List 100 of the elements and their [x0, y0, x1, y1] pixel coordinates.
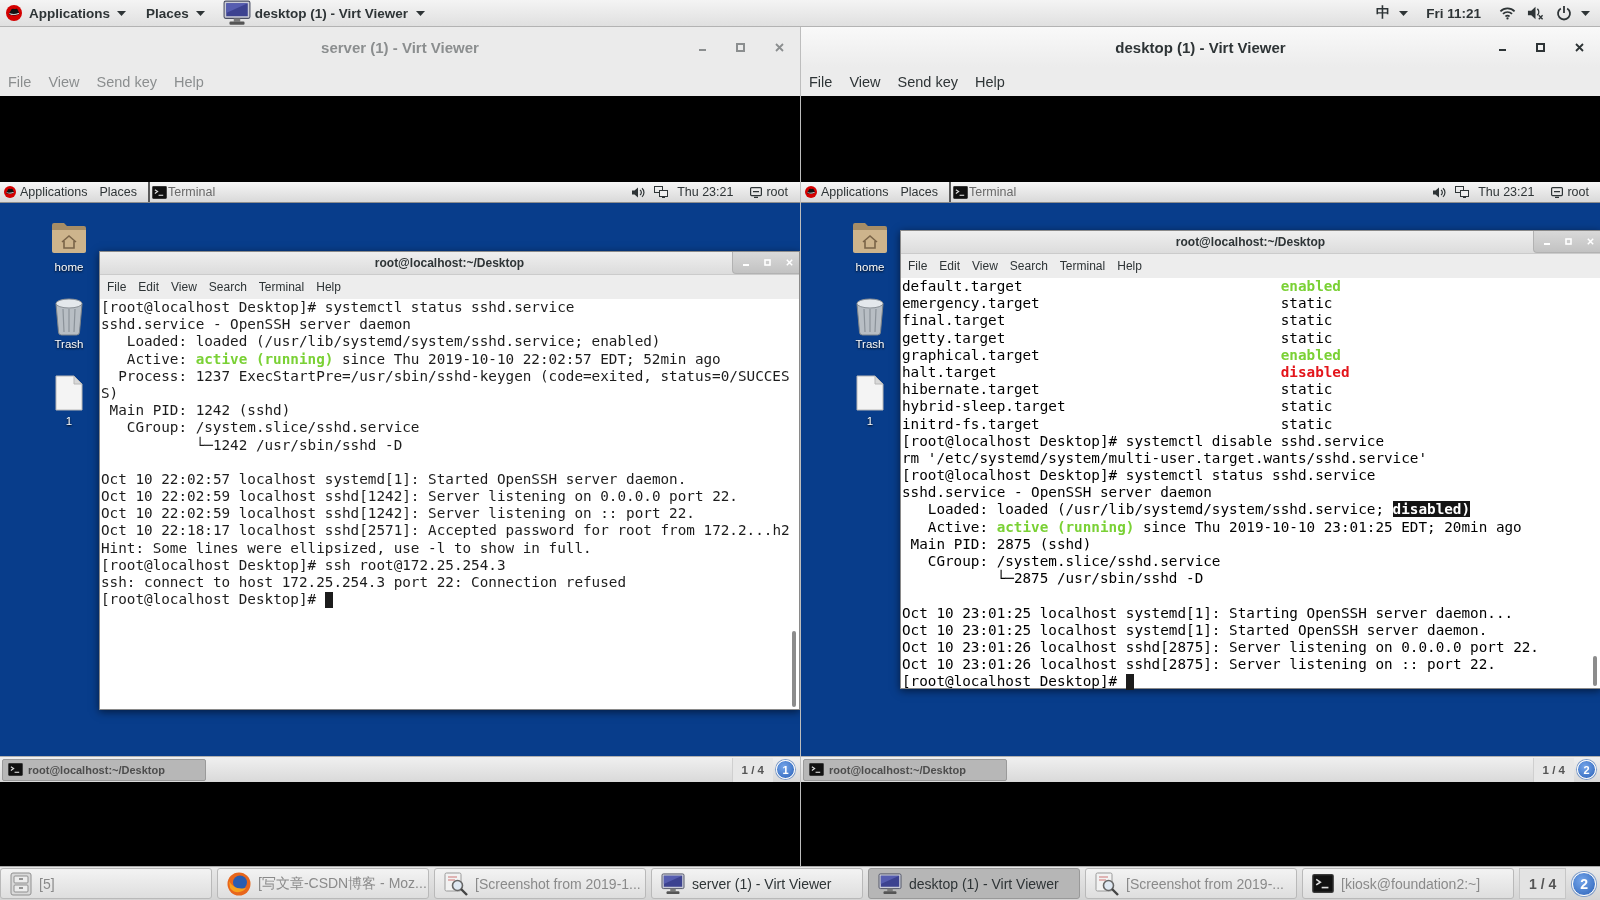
terminal-text: S)	[101, 384, 119, 403]
window-list-button[interactable]: root@localhost:~/Desktop	[803, 758, 1007, 781]
menu-item[interactable]: Edit	[138, 280, 160, 294]
window-title: server (1) - Virt Viewer	[321, 38, 479, 56]
unit-name: hybrid-sleep.target	[902, 398, 1066, 415]
menu-item[interactable]: Help	[316, 280, 341, 294]
status-label: CGroup:	[126, 419, 188, 437]
magnifier-icon	[444, 871, 468, 896]
scrollbar-thumb[interactable]	[1593, 656, 1598, 686]
menu-item[interactable]: Edit	[939, 259, 961, 273]
home-folder-icon[interactable]	[51, 221, 87, 254]
terminal-text: [root@localhost Desktop]# ssh root@172.25.254.3	[101, 556, 506, 574]
clock[interactable]: Thu 23:21	[677, 185, 734, 199]
terminal-text: [root@localhost Desktop]# systemctl status sshd.service	[101, 299, 575, 317]
user-menu[interactable]: root	[1567, 185, 1589, 199]
clock[interactable]: Thu 23:21	[1478, 185, 1535, 199]
menu-item[interactable]: File	[908, 259, 928, 273]
terminal-text: sshd.service - OpenSSH server daemon	[902, 484, 1212, 502]
menu-button[interactable]: Applications	[29, 5, 126, 21]
speaker-icon[interactable]	[632, 186, 646, 198]
menu-item[interactable]: View	[171, 280, 197, 294]
unit-name: getty.target	[902, 329, 1006, 346]
screen-icon[interactable]	[750, 186, 763, 198]
scrollbar-thumb[interactable]	[792, 631, 797, 707]
window-button[interactable]: desktop (1) - Virt Viewer	[868, 868, 1080, 899]
status-label: Active:	[126, 350, 188, 368]
maximize-icon[interactable]	[1536, 42, 1545, 52]
window-list-button[interactable]: root@localhost:~/Desktop	[2, 758, 206, 781]
window-button[interactable]: server (1) - Virt Viewer	[651, 868, 863, 899]
workspace-indicator[interactable]: 1 / 4	[1532, 757, 1574, 782]
menu-button[interactable]: Applications	[821, 185, 889, 199]
terminal-text: ssh: connect to host 172.25.254.3 port 22: Connection refused	[101, 574, 627, 592]
unit-name: halt.target	[902, 363, 997, 380]
input-method-button[interactable]: 中	[1376, 4, 1409, 22]
icon-label: 1	[866, 415, 874, 427]
caret-icon	[1399, 10, 1409, 16]
wifi-icon[interactable]	[1499, 6, 1516, 20]
terminal-text: Oct 10 23:01:26 localhost sshd[2875]: Server listening on 0.0.0.0 port 22.	[902, 638, 1539, 657]
speaker-icon[interactable]	[1433, 186, 1447, 198]
hat-icon[interactable]	[6, 5, 22, 21]
menu-button[interactable]: Places	[900, 185, 938, 199]
hat-icon[interactable]	[805, 186, 817, 198]
workspace-indicator[interactable]: 1 / 4	[1519, 868, 1567, 899]
menu-button[interactable]: Applications	[20, 185, 88, 199]
speaker-muted-icon[interactable]	[1527, 5, 1544, 21]
unit-name: default.target	[902, 278, 1023, 294]
status-label: Main PID:	[109, 402, 188, 420]
menu-button[interactable]: Places	[99, 185, 137, 199]
clock[interactable]: Fri 11:21	[1426, 5, 1481, 21]
menu-item[interactable]: File	[809, 73, 833, 90]
terminal-icon	[8, 763, 23, 776]
menu-item[interactable]: Help	[1117, 259, 1142, 273]
menu-item[interactable]: Terminal	[1059, 259, 1106, 273]
status-value: loaded (/usr/lib/systemd/system/sshd.service; enabled)	[195, 333, 661, 351]
terminal-icon	[809, 763, 824, 776]
user-menu[interactable]: root	[766, 185, 788, 199]
monitor-icon	[222, 0, 251, 26]
window-title: root@localhost:~/Desktop	[374, 256, 525, 270]
menu-item[interactable]: Search	[1009, 259, 1048, 273]
terminal-text: Oct 10 22:02:59 localhost sshd[1242]: Server listening on :: port 22.	[101, 505, 695, 523]
status-label: Process:	[118, 367, 188, 385]
status-value: active (running) since Thu 2019-10-10 23:01:25 EDT; 20min ago	[996, 518, 1522, 536]
network-icon[interactable]	[1455, 186, 1470, 198]
terminal-text: Oct 10 23:01:25 localhost systemd[1]: Started OpenSSH server daemon.	[902, 621, 1488, 639]
unit-state: enabled	[1280, 278, 1341, 296]
menu-item[interactable]: View	[972, 259, 998, 273]
menu-item[interactable]: File	[107, 280, 127, 294]
menu-item[interactable]: Help	[975, 73, 1005, 90]
file-icon[interactable]	[856, 375, 884, 411]
menu-item[interactable]: View	[849, 73, 881, 90]
process-tree-line: └─1242 /usr/sbin/sshd -D	[195, 436, 403, 454]
unit-state: static	[1280, 329, 1333, 347]
menu-button[interactable]: Places	[146, 5, 205, 21]
close-icon[interactable]	[1575, 42, 1584, 52]
icon-label: Trash	[54, 338, 84, 350]
unit-name: hibernate.target	[902, 381, 1040, 398]
status-value: active (running) since Thu 2019-10-10 22:02:57 EDT; 52min ago	[195, 350, 721, 368]
terminal-icon	[952, 185, 968, 199]
home-folder-icon[interactable]	[852, 221, 888, 254]
status-value: /system.slice/sshd.service	[195, 419, 420, 437]
process-tree-line: └─2875 /usr/sbin/sshd -D	[996, 570, 1204, 588]
workspace-indicator[interactable]: 1 / 4	[731, 757, 773, 782]
status-value: /system.slice/sshd.service	[996, 553, 1221, 570]
menu-item[interactable]: Send key	[897, 73, 958, 90]
cabinet-icon	[10, 871, 32, 896]
screen-icon[interactable]	[1551, 186, 1564, 198]
menu-item[interactable]: Terminal	[258, 280, 305, 294]
app-menu-button[interactable]: desktop (1) - Virt Viewer	[222, 0, 426, 26]
status-value: loaded (/usr/lib/systemd/system/sshd.service; disabled)	[996, 501, 1471, 519]
trash-icon[interactable]	[855, 298, 885, 336]
hat-icon[interactable]	[4, 186, 16, 198]
terminal-text: sshd.service - OpenSSH server daemon	[101, 316, 411, 334]
power-icon[interactable]	[1556, 5, 1572, 21]
terminal-text: Oct 10 22:02:59 localhost sshd[1242]: Server listening on 0.0.0.0 port 22.	[101, 488, 738, 506]
magnifier-icon	[1095, 871, 1119, 896]
network-icon[interactable]	[654, 186, 669, 198]
trash-icon[interactable]	[54, 298, 84, 336]
menu-item[interactable]: Search	[208, 280, 247, 294]
file-icon[interactable]	[55, 375, 83, 411]
terminal-text: Oct 10 22:02:57 localhost systemd[1]: Started OpenSSH server daemon.	[101, 470, 687, 489]
